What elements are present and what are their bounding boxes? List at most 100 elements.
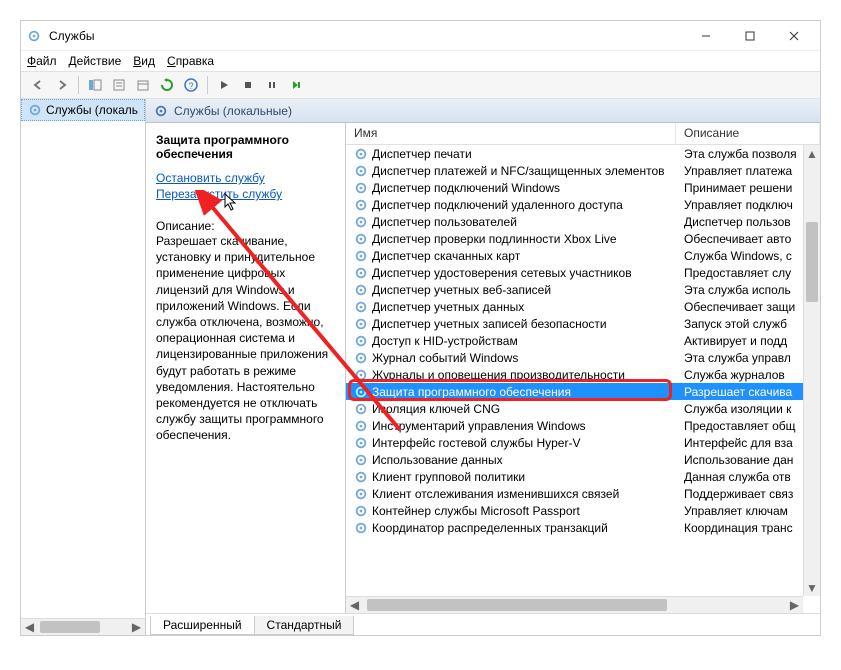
- service-name: Диспетчер подключений Windows: [372, 181, 560, 195]
- tree-pane: Службы (локальные) ◀▶: [21, 99, 146, 635]
- tab-extended[interactable]: Расширенный: [150, 616, 255, 635]
- service-desc: Поддерживает связ: [676, 487, 820, 501]
- service-desc: Управляет подключ: [676, 198, 820, 212]
- service-desc: Принимает решени: [676, 181, 820, 195]
- service-row[interactable]: Журнал событий WindowsЭта служба управл: [346, 349, 820, 366]
- service-desc: Эта служба исполь: [676, 283, 820, 297]
- stop-service-link[interactable]: Остановить службу: [156, 171, 335, 185]
- list-vscrollbar[interactable]: ▲▼: [803, 145, 820, 596]
- service-row[interactable]: Диспетчер учетных веб-записей Эта служба …: [346, 281, 820, 298]
- titlebar: Службы: [21, 21, 820, 51]
- service-name: Клиент отслеживания изменившихся связей: [372, 487, 619, 501]
- service-name: Диспетчер платежей и NFC/защищенных элем…: [372, 164, 665, 178]
- refresh-button[interactable]: [156, 74, 178, 96]
- tree-hscrollbar[interactable]: ◀▶: [21, 618, 145, 635]
- service-row[interactable]: Диспетчер скачанных картСлужба Windows, …: [346, 247, 820, 264]
- col-header-desc[interactable]: Описание: [676, 123, 820, 144]
- close-button[interactable]: [772, 22, 816, 50]
- service-desc: Эта служба позволя: [676, 147, 820, 161]
- toolbar-separator: [78, 76, 79, 94]
- service-desc: Управляет платежа: [676, 164, 820, 178]
- service-row[interactable]: Диспетчер платежей и NFC/защищенных элем…: [346, 162, 820, 179]
- service-row[interactable]: Журналы и оповещения производительностиС…: [346, 366, 820, 383]
- service-name: Защита программного обеспечения: [372, 385, 571, 399]
- bottom-tabs: Расширенный Стандартный: [146, 613, 820, 635]
- show-hide-tree-button[interactable]: [84, 74, 106, 96]
- help-button[interactable]: ?: [180, 74, 202, 96]
- pause-button[interactable]: [261, 74, 283, 96]
- service-row[interactable]: Диспетчер удостоверения сетевых участник…: [346, 264, 820, 281]
- service-row[interactable]: Диспетчер учетных записей безопасности За…: [346, 315, 820, 332]
- app-icon: [25, 27, 43, 45]
- service-row[interactable]: Клиент групповой политики Данная служба о…: [346, 468, 820, 485]
- tab-standard[interactable]: Стандартный: [254, 616, 355, 635]
- service-name: Интерфейс гостевой службы Hyper-V: [372, 436, 580, 450]
- service-row[interactable]: Диспетчер пользователейДиспетчер пользов: [346, 213, 820, 230]
- service-row[interactable]: Защита программного обеспечения Разрешает…: [346, 383, 820, 400]
- service-name: Диспетчер учетных записей безопасности: [372, 317, 607, 331]
- service-desc: Данная служба отв: [676, 470, 820, 484]
- toolbar-separator: [207, 76, 208, 94]
- service-row[interactable]: Доступ к HID-устройствамАктивирует и под…: [346, 332, 820, 349]
- service-desc: Использование дан: [676, 453, 820, 467]
- service-name: Диспетчер подключений удаленного доступа: [372, 198, 623, 212]
- selected-service-name: Защита программного обеспечения: [156, 133, 335, 161]
- service-name: Инструментарий управления Windows: [372, 419, 586, 433]
- service-name: Диспетчер скачанных карт: [372, 249, 520, 263]
- service-row[interactable]: Диспетчер подключений удаленного доступа…: [346, 196, 820, 213]
- toolbar: ?: [21, 71, 820, 99]
- service-desc: Предоставляет слу: [676, 266, 820, 280]
- main-header-label: Службы (локальные): [174, 104, 292, 118]
- restart-button[interactable]: [285, 74, 307, 96]
- service-row[interactable]: Использование данных Использование дан: [346, 451, 820, 468]
- list-hscrollbar[interactable]: ◀▶: [346, 596, 803, 613]
- service-row[interactable]: Координатор распределенных транзакцийКоо…: [346, 519, 820, 536]
- play-button[interactable]: [213, 74, 235, 96]
- col-header-name[interactable]: Имя: [346, 123, 676, 144]
- description-label: Описание:: [156, 219, 335, 233]
- service-row[interactable]: Инструментарий управления Windows Предост…: [346, 417, 820, 434]
- minimize-button[interactable]: [684, 22, 728, 50]
- menu-view[interactable]: Вид: [133, 54, 155, 68]
- service-row[interactable]: Диспетчер печатиЭта служба позволя: [346, 145, 820, 162]
- svg-text:?: ?: [188, 81, 193, 91]
- menu-help[interactable]: Справка: [167, 54, 214, 68]
- description-text: Разрешает скачивание, установку и принуд…: [156, 233, 335, 443]
- service-row[interactable]: Диспетчер подключений Windows Принимает р…: [346, 179, 820, 196]
- service-row[interactable]: Изоляция ключей CNGСлужба изоляции к: [346, 400, 820, 417]
- service-desc: Обеспечивает защи: [676, 300, 820, 314]
- menu-file[interactable]: Файл: [27, 54, 57, 68]
- service-name: Диспетчер учетных веб-записей: [372, 283, 551, 297]
- menu-action[interactable]: Действие: [69, 54, 122, 68]
- restart-service-link[interactable]: Перезапустить службу: [156, 187, 335, 201]
- service-name: Диспетчер учетных данных: [372, 300, 524, 314]
- service-desc: Запуск этой служб: [676, 317, 820, 331]
- service-desc: Разрешает скачива: [676, 385, 820, 399]
- service-row[interactable]: Диспетчер учетных данных Обеспечивает защ…: [346, 298, 820, 315]
- stop-button[interactable]: [237, 74, 259, 96]
- service-desc: Эта служба управл: [676, 351, 820, 365]
- service-name: Диспетчер удостоверения сетевых участник…: [372, 266, 632, 280]
- main-header: Службы (локальные): [146, 99, 820, 123]
- service-name: Диспетчер проверки подлинности Xbox Live: [372, 232, 617, 246]
- service-desc: Предоставляет общ: [676, 419, 820, 433]
- service-row[interactable]: Контейнер службы Microsoft Passport Управ…: [346, 502, 820, 519]
- tree-root[interactable]: Службы (локальные): [21, 99, 145, 121]
- services-list: Имя Описание Диспетчер печатиЭта служба …: [346, 123, 820, 613]
- forward-button[interactable]: [51, 74, 73, 96]
- service-name: Изоляция ключей CNG: [372, 402, 500, 416]
- service-row[interactable]: Интерфейс гостевой службы Hyper-V Интерфе…: [346, 434, 820, 451]
- service-name: Использование данных: [372, 453, 503, 467]
- service-desc: Интерфейс для вза: [676, 436, 820, 450]
- service-name: Контейнер службы Microsoft Passport: [372, 504, 580, 518]
- back-button[interactable]: [27, 74, 49, 96]
- service-row[interactable]: Диспетчер проверки подлинности Xbox Live…: [346, 230, 820, 247]
- properties-button[interactable]: [108, 74, 130, 96]
- maximize-button[interactable]: [728, 22, 772, 50]
- export-button[interactable]: [132, 74, 154, 96]
- service-row[interactable]: Клиент отслеживания изменившихся связей П…: [346, 485, 820, 502]
- service-name: Клиент групповой политики: [372, 470, 525, 484]
- tree-root-label: Службы (локальные): [46, 103, 138, 117]
- service-name: Координатор распределенных транзакций: [372, 521, 608, 535]
- service-desc: Управляет ключам: [676, 504, 820, 518]
